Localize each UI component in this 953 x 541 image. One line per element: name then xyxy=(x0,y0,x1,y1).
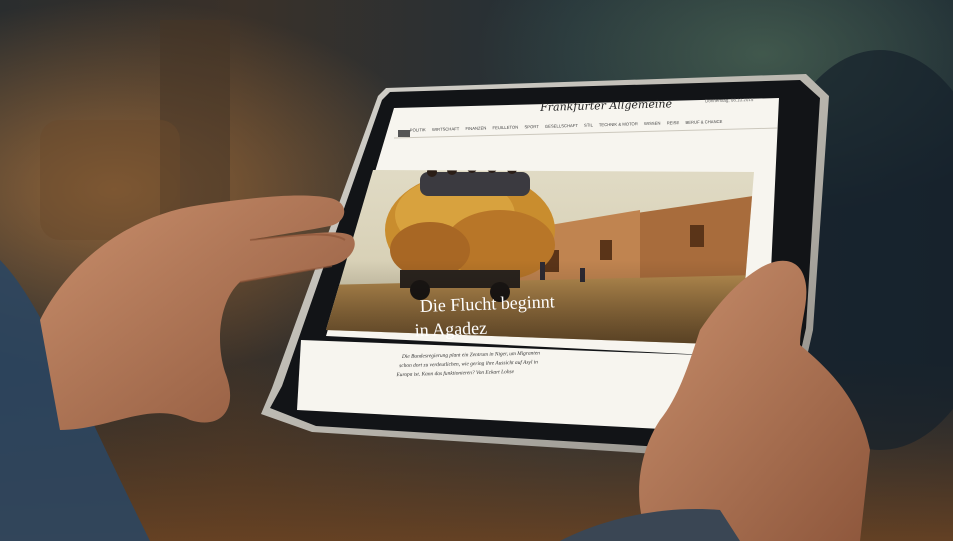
headline-line-2: in Agadez xyxy=(414,318,487,341)
nav-item: SPORT xyxy=(524,124,539,129)
nav-item: REISE xyxy=(667,120,680,125)
nav-item: BERUF & CHANCE xyxy=(685,119,722,125)
nav-item: STIL xyxy=(584,122,594,127)
photo-frame: Frankfurter Allgemeine Donnerstag, 08.10… xyxy=(0,0,953,541)
nav-item: FINANZEN xyxy=(465,125,486,131)
tablet-photo: Frankfurter Allgemeine Donnerstag, 08.10… xyxy=(0,0,953,541)
nav-item: FEUILLETON xyxy=(492,125,518,131)
nav-item: GESELLSCHAFT xyxy=(545,123,579,129)
nav-item: WISSEN xyxy=(644,121,661,126)
nav-item: WIRTSCHAFT xyxy=(432,126,460,132)
nav-item: POLITIK xyxy=(410,127,426,132)
